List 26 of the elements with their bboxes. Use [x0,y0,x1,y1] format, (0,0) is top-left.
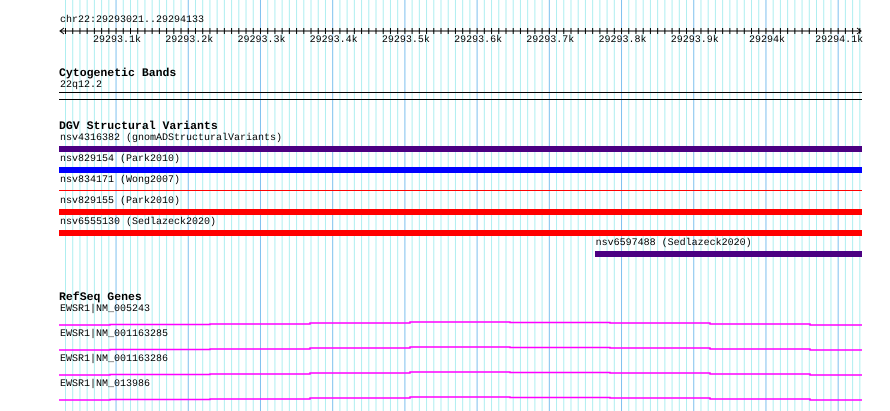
variant-label: nsv829155 (Park2010) [60,196,180,208]
tick-label: 29293.1k [93,35,142,47]
track-title: RefSeq Genes [59,292,142,304]
location-label: chr22:29293021..29294133 [60,15,204,27]
tick-label: 29293.8k [598,35,647,47]
tick-label: 29294k [748,35,785,47]
gene-label: EWSR1|NM_013986 [60,379,150,391]
tick-label: 29293.4k [310,35,358,47]
gene-label: EWSR1|NM_001163286 [60,354,168,366]
variant-label: nsv834171 (Wong2007) [60,175,180,187]
tick-label: 29293.9k [670,35,719,47]
tick-label: 29293.5k [382,35,430,47]
gene-label: EWSR1|NM_005243 [60,304,150,316]
track-title: Cytogenetic Bands [59,68,176,80]
band-label: 22q12.2 [60,80,102,92]
tick-label: 29293.6k [454,35,502,47]
gene-label: EWSR1|NM_001163285 [60,329,168,341]
tick-label: 29293.3k [237,35,286,47]
variant-label: nsv6555130 (Sedlazeck2020) [60,217,216,229]
variant-label: nsv4316382 (gnomADStructuralVariants) [60,133,282,145]
tick-label: 29294.1k [815,35,864,47]
track-title: DGV Structural Variants [59,121,218,133]
tick-label: 29293.2k [165,35,214,47]
variant-label: nsv829154 (Park2010) [60,154,180,166]
tick-label: 29293.7k [526,35,574,47]
variant-label: nsv6597488 (Sedlazeck2020) [596,238,752,250]
